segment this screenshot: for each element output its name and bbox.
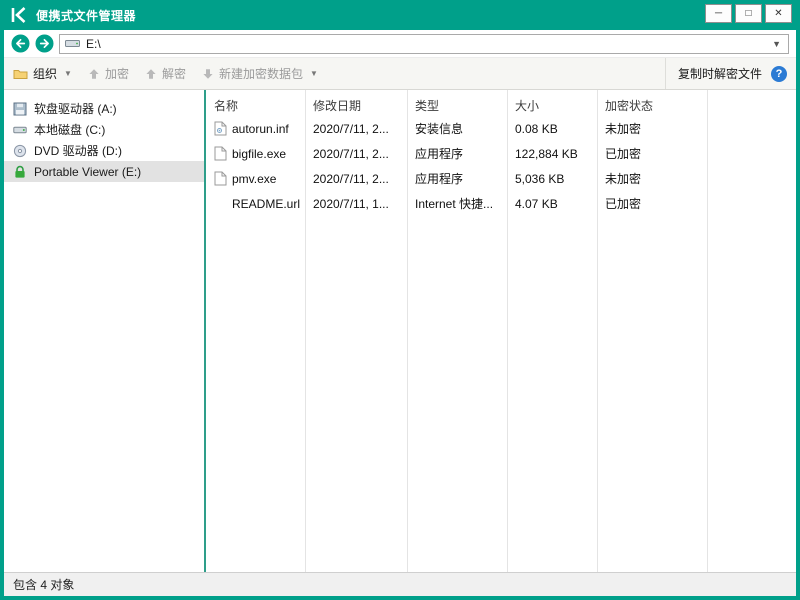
drive-sidebar: 软盘驱动器 (A:) 本地磁盘 (C:) DVD 驱动器 (D:) xyxy=(4,90,204,572)
file-status: 已加密 xyxy=(597,145,707,162)
drive-icon xyxy=(65,38,80,49)
sidebar-item-floppy-a[interactable]: 软盘驱动器 (A:) xyxy=(4,98,204,119)
column-separator xyxy=(597,90,598,572)
title-bar: 便携式文件管理器 ─ □ ✕ xyxy=(4,0,796,30)
organize-button[interactable]: 组织 ▼ xyxy=(13,65,72,82)
column-separator xyxy=(707,90,708,572)
toolbar-right-group: 复制时解密文件 ? xyxy=(665,58,787,89)
file-type: 应用程序 xyxy=(407,145,507,162)
column-header-size[interactable]: 大小 xyxy=(507,97,597,114)
file-name: pmv.exe xyxy=(232,172,276,186)
status-text: 包含 4 对象 xyxy=(13,576,74,593)
sidebar-item-label: Portable Viewer (E:) xyxy=(34,165,141,179)
lock-icon xyxy=(13,165,27,179)
file-type: Internet 快捷... xyxy=(407,195,507,212)
sidebar-item-dvd-d[interactable]: DVD 驱动器 (D:) xyxy=(4,140,204,161)
file-modified: 2020/7/11, 2... xyxy=(305,147,407,161)
arrow-up-icon xyxy=(88,68,100,80)
file-modified: 2020/7/11, 1... xyxy=(305,197,407,211)
file-name: autorun.inf xyxy=(232,122,289,136)
column-header-status[interactable]: 加密状态 xyxy=(597,97,707,114)
column-separator xyxy=(305,90,306,572)
content-area: 软盘驱动器 (A:) 本地磁盘 (C:) DVD 驱动器 (D:) xyxy=(4,90,796,572)
sidebar-item-label: 本地磁盘 (C:) xyxy=(34,121,105,138)
application-file-icon xyxy=(214,171,227,186)
file-status: 已加密 xyxy=(597,195,707,212)
encrypt-label: 加密 xyxy=(105,65,129,82)
arrow-up-icon xyxy=(145,68,157,80)
file-name: README.url xyxy=(232,197,300,211)
file-size: 0.08 KB xyxy=(507,122,597,136)
column-separator xyxy=(507,90,508,572)
hdd-icon xyxy=(13,123,27,137)
organize-label: 组织 xyxy=(33,65,57,82)
file-status: 未加密 xyxy=(597,170,707,187)
kaspersky-logo-icon xyxy=(10,7,28,23)
file-size: 122,884 KB xyxy=(507,147,597,161)
address-dropdown-chevron-icon[interactable]: ▼ xyxy=(770,39,783,49)
sidebar-item-local-disk-c[interactable]: 本地磁盘 (C:) xyxy=(4,119,204,140)
file-modified: 2020/7/11, 2... xyxy=(305,122,407,136)
application-file-icon xyxy=(214,146,227,161)
file-icon-placeholder xyxy=(214,196,227,211)
setup-file-icon xyxy=(214,121,227,136)
dvd-icon xyxy=(13,144,27,158)
floppy-icon xyxy=(13,102,27,116)
status-bar: 包含 4 对象 xyxy=(4,572,796,596)
decrypt-on-copy-option[interactable]: 复制时解密文件 xyxy=(678,65,762,82)
forward-button[interactable] xyxy=(35,34,54,53)
window-title: 便携式文件管理器 xyxy=(36,7,136,24)
file-status: 未加密 xyxy=(597,120,707,137)
file-size: 5,036 KB xyxy=(507,172,597,186)
sidebar-item-portable-viewer-e[interactable]: Portable Viewer (E:) xyxy=(4,161,204,182)
column-header-modified[interactable]: 修改日期 xyxy=(305,97,407,114)
arrow-down-icon xyxy=(202,68,214,80)
navigation-bar: E:\ ▼ xyxy=(4,30,796,58)
window-controls: ─ □ ✕ xyxy=(705,4,792,23)
maximize-button[interactable]: □ xyxy=(735,4,762,23)
minimize-button[interactable]: ─ xyxy=(705,4,732,23)
file-modified: 2020/7/11, 2... xyxy=(305,172,407,186)
address-path: E:\ xyxy=(86,37,764,51)
file-name: bigfile.exe xyxy=(232,147,286,161)
file-type: 安装信息 xyxy=(407,120,507,137)
encrypt-button[interactable]: 加密 xyxy=(88,65,129,82)
address-bar[interactable]: E:\ ▼ xyxy=(59,34,789,54)
new-encrypted-package-button[interactable]: 新建加密数据包 ▼ xyxy=(202,65,318,82)
column-header-type[interactable]: 类型 xyxy=(407,97,507,114)
portable-file-manager-window: 便携式文件管理器 ─ □ ✕ E:\ ▼ xyxy=(0,0,800,600)
decrypt-label: 解密 xyxy=(162,65,186,82)
help-button[interactable]: ? xyxy=(771,66,787,82)
back-button[interactable] xyxy=(11,34,30,53)
sidebar-item-label: DVD 驱动器 (D:) xyxy=(34,142,122,159)
window-body: E:\ ▼ 组织 ▼ 加密 解 xyxy=(4,30,796,596)
column-header-name[interactable]: 名称 xyxy=(206,97,305,114)
organize-chevron-icon: ▼ xyxy=(64,69,72,78)
file-list-pane: 名称 修改日期 类型 大小 加密状态 autorun.inf xyxy=(206,90,796,572)
sidebar-item-label: 软盘驱动器 (A:) xyxy=(34,100,117,117)
new-package-chevron-icon: ▼ xyxy=(310,69,318,78)
file-type: 应用程序 xyxy=(407,170,507,187)
new-encrypted-package-label: 新建加密数据包 xyxy=(219,65,303,82)
toolbar: 组织 ▼ 加密 解密 新建加密数据包 ▼ xyxy=(4,58,796,90)
close-button[interactable]: ✕ xyxy=(765,4,792,23)
folder-icon xyxy=(13,68,28,80)
file-size: 4.07 KB xyxy=(507,197,597,211)
column-separator xyxy=(407,90,408,572)
decrypt-button[interactable]: 解密 xyxy=(145,65,186,82)
